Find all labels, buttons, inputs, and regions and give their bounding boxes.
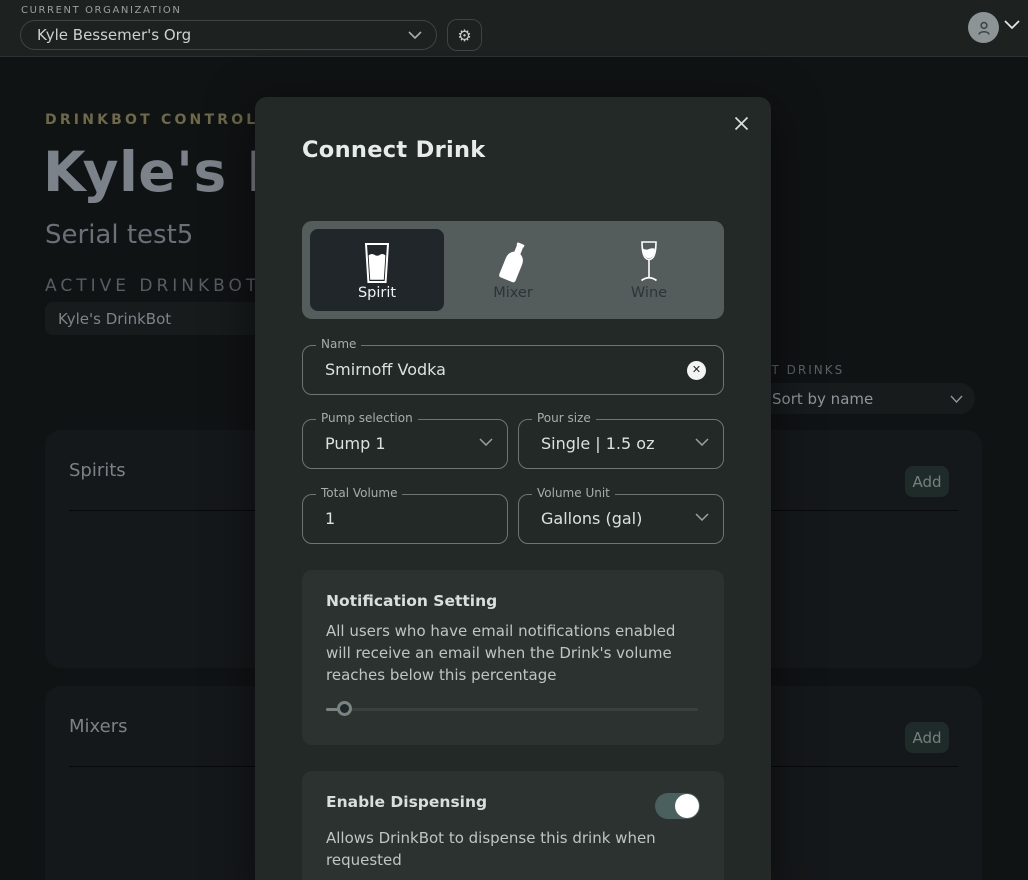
sort-drinks-select[interactable]: Sort by name	[755, 383, 975, 414]
pump-selection-value: Pump 1	[325, 420, 386, 468]
name-field-value: Smirnoff Vodka	[325, 346, 446, 394]
chevron-down-icon	[695, 438, 709, 446]
name-field[interactable]: Name Smirnoff Vodka ✕	[302, 345, 724, 395]
spirits-section-title: Spirits	[69, 460, 126, 481]
slider-track	[326, 708, 698, 711]
drink-type-label: Mixer	[493, 285, 533, 301]
notification-setting-description: All users who have email notifications e…	[326, 620, 684, 686]
sort-drinks-value: Sort by name	[772, 390, 950, 408]
gear-icon: ⚙	[457, 26, 471, 45]
pump-selection-select[interactable]: Pump selection Pump 1	[302, 419, 508, 469]
connect-drink-modal: Connect Drink Spirit Mixer	[255, 97, 771, 880]
slider-knob[interactable]	[337, 701, 352, 716]
volume-unit-select[interactable]: Volume Unit Gallons (gal)	[518, 494, 724, 544]
notification-threshold-slider[interactable]	[326, 701, 698, 717]
person-icon	[975, 19, 993, 37]
volume-unit-value: Gallons (gal)	[541, 495, 642, 543]
organization-select[interactable]: Kyle Bessemer's Org	[20, 20, 437, 50]
enable-dispensing-description: Allows DrinkBot to dispense this drink w…	[326, 827, 672, 871]
notification-setting-card: Notification Setting All users who have …	[302, 570, 724, 745]
active-drinkbot-label: ACTIVE DRINKBOT	[45, 276, 260, 296]
chevron-down-icon	[479, 438, 493, 446]
drink-type-wine[interactable]: Wine	[582, 229, 716, 311]
modal-title: Connect Drink	[302, 137, 486, 163]
mixer-bottle-icon	[446, 239, 580, 287]
org-settings-button[interactable]: ⚙	[447, 19, 482, 51]
drink-type-label: Wine	[631, 285, 667, 301]
chevron-down-icon	[950, 395, 963, 403]
drink-type-selector: Spirit Mixer	[302, 221, 724, 319]
current-organization-label: CURRENT ORGANIZATION	[21, 5, 181, 16]
mixers-section-title: Mixers	[69, 716, 127, 737]
toggle-knob	[675, 794, 699, 818]
close-icon[interactable]	[729, 111, 753, 135]
add-spirit-button[interactable]: Add	[905, 466, 949, 497]
enable-dispensing-title: Enable Dispensing	[326, 793, 487, 811]
enable-dispensing-toggle[interactable]	[655, 793, 700, 819]
pour-size-select[interactable]: Pour size Single | 1.5 oz	[518, 419, 724, 469]
total-volume-field[interactable]: Total Volume 1	[302, 494, 508, 544]
clear-name-icon[interactable]: ✕	[687, 361, 706, 380]
pour-size-value: Single | 1.5 oz	[541, 420, 654, 468]
wine-glass-icon	[582, 239, 716, 287]
spirit-glass-icon	[310, 239, 444, 287]
organization-select-value: Kyle Bessemer's Org	[37, 26, 408, 44]
drink-type-label: Spirit	[358, 285, 396, 301]
chevron-down-icon	[408, 31, 422, 39]
enable-dispensing-card: Enable Dispensing Allows DrinkBot to dis…	[302, 771, 724, 880]
top-bar: CURRENT ORGANIZATION Kyle Bessemer's Org…	[0, 0, 1028, 57]
add-mixer-button[interactable]: Add	[905, 722, 949, 753]
total-volume-value: 1	[325, 495, 335, 543]
drink-type-spirit[interactable]: Spirit	[310, 229, 444, 311]
notification-setting-title: Notification Setting	[326, 592, 497, 610]
serial-text: Serial test5	[45, 220, 193, 250]
user-avatar[interactable]	[968, 12, 999, 43]
page-eyebrow: DRINKBOT CONTROL	[45, 112, 258, 128]
chevron-down-icon	[695, 513, 709, 521]
drink-type-mixer[interactable]: Mixer	[446, 229, 580, 311]
user-menu-chevron[interactable]	[1004, 20, 1020, 29]
active-drinkbot-tab-label: Kyle's DrinkBot	[58, 310, 171, 328]
